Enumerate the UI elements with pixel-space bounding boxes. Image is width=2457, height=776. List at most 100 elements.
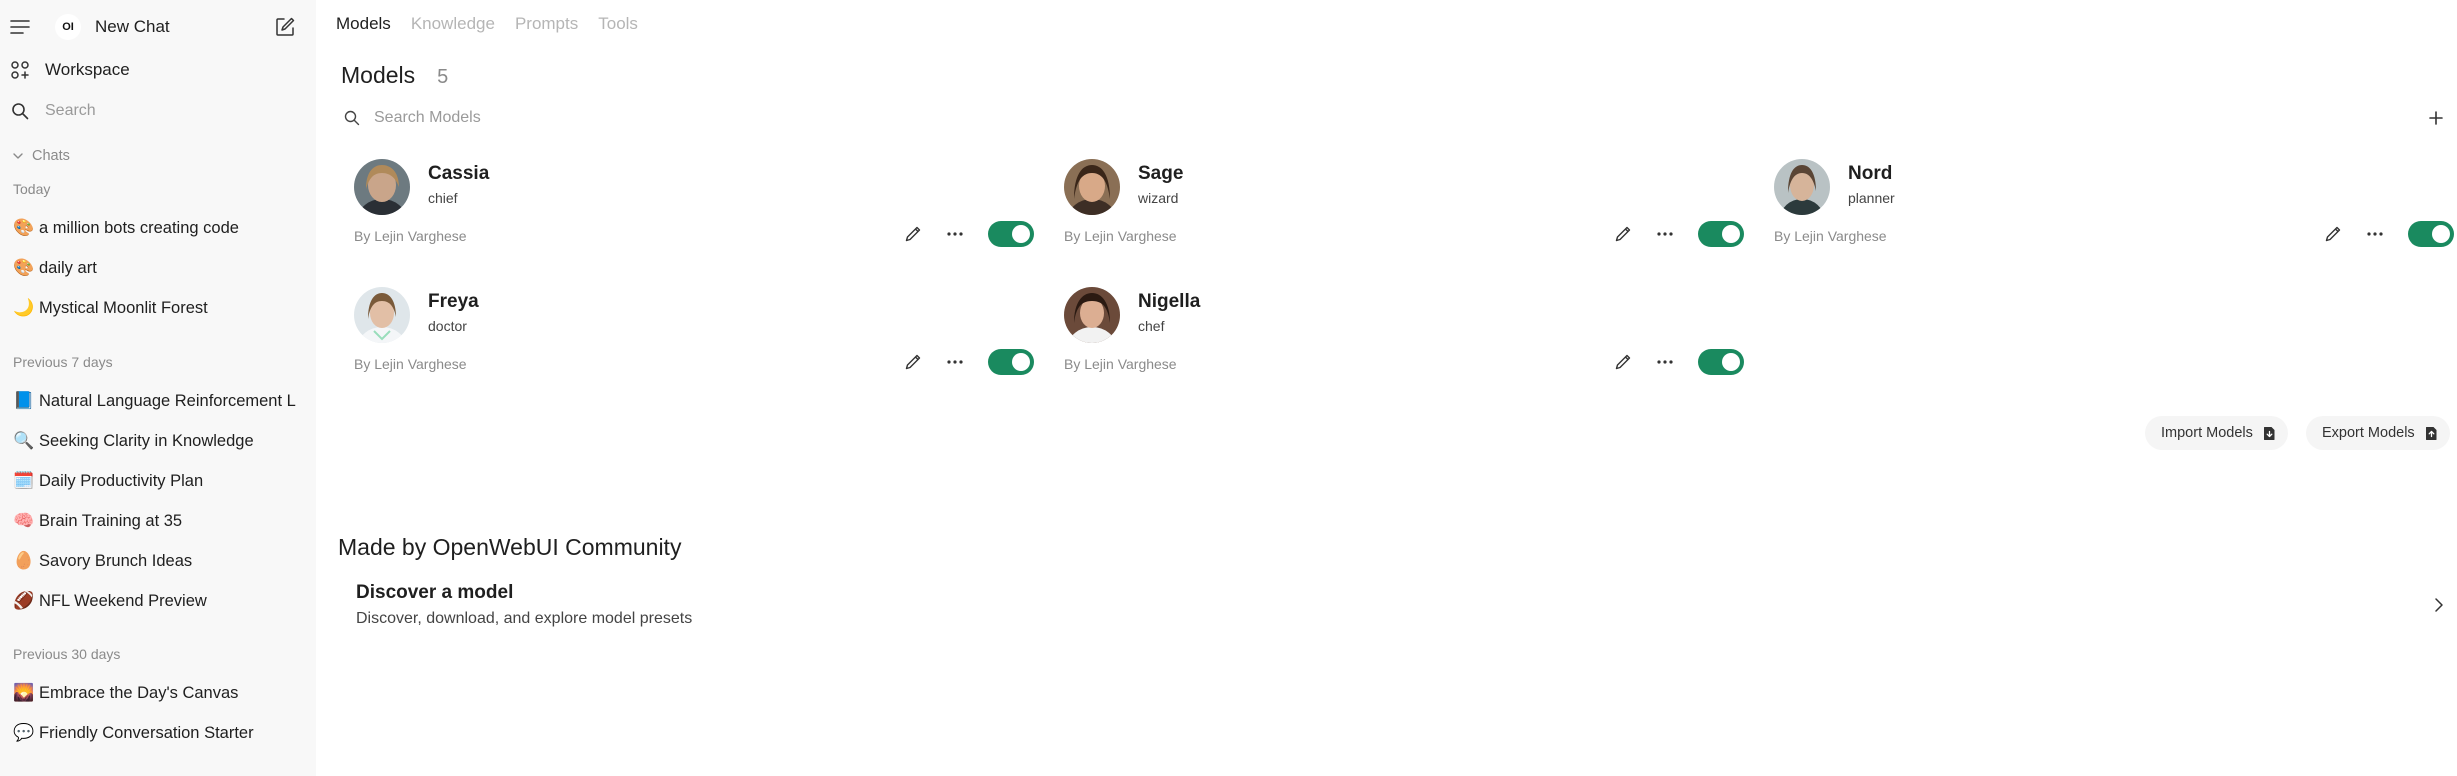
sidebar: OI New Chat Workspace Search Chats Today… bbox=[0, 0, 316, 776]
edit-model-button[interactable] bbox=[2320, 221, 2346, 247]
model-role: doctor bbox=[428, 318, 467, 334]
sidebar-search[interactable]: Search bbox=[9, 99, 96, 123]
page-title: Models bbox=[341, 62, 416, 88]
model-role: chef bbox=[1138, 318, 1165, 334]
chat-title: Daily Productivity Plan bbox=[39, 471, 204, 490]
chat-title: Savory Brunch Ideas bbox=[39, 551, 193, 570]
model-name: Cassia bbox=[428, 163, 490, 184]
edit-model-button[interactable] bbox=[1610, 349, 1636, 375]
models-count: 5 bbox=[437, 66, 449, 88]
chat-item[interactable]: 🌄 Embrace the Day's Canvas bbox=[13, 678, 303, 708]
model-avatar bbox=[1774, 159, 1830, 215]
toggle-knob bbox=[1722, 353, 1740, 371]
model-enabled-toggle[interactable] bbox=[988, 349, 1034, 375]
chat-item[interactable]: 🗓️ Daily Productivity Plan bbox=[13, 466, 303, 496]
edit-model-button[interactable] bbox=[1610, 221, 1636, 247]
import-models-label: Import Models bbox=[2161, 425, 2253, 441]
model-card-cassia[interactable]: Cassia chief By Lejin Varghese bbox=[354, 159, 1034, 279]
sidebar-search-placeholder: Search bbox=[45, 102, 96, 119]
model-enabled-toggle[interactable] bbox=[2408, 221, 2454, 247]
tab-tools[interactable]: Tools bbox=[598, 14, 638, 34]
chat-item[interactable]: 🎨 daily art bbox=[13, 253, 303, 283]
export-models-label: Export Models bbox=[2322, 425, 2415, 441]
search-models-input[interactable] bbox=[374, 109, 974, 127]
model-card-sage[interactable]: Sage wizard By Lejin Varghese bbox=[1064, 159, 1744, 279]
model-avatar bbox=[354, 287, 410, 343]
chat-item[interactable]: 🥚 Savory Brunch Ideas bbox=[13, 546, 303, 576]
toggle-knob bbox=[2432, 225, 2450, 243]
community-section-title: Made by OpenWebUI Community bbox=[338, 534, 682, 560]
add-model-button[interactable] bbox=[2424, 104, 2448, 132]
model-role: chief bbox=[428, 190, 458, 206]
toggle-knob bbox=[1722, 225, 1740, 243]
chat-item[interactable]: 🔍 Seeking Clarity in Knowledge bbox=[13, 426, 303, 456]
main-content: Models Knowledge Prompts Tools Models 5 … bbox=[316, 0, 2457, 776]
export-models-button[interactable]: Export Models bbox=[2306, 416, 2450, 450]
chat-item[interactable]: 🎨 a million bots creating code bbox=[13, 213, 303, 243]
chat-title: Mystical Moonlit Forest bbox=[39, 298, 208, 317]
new-chat-link[interactable]: OI New Chat bbox=[55, 14, 170, 40]
chat-item[interactable]: 📘 Natural Language Reinforcement L bbox=[13, 386, 303, 416]
discover-model-link[interactable]: Discover a model Discover, download, and… bbox=[338, 574, 2450, 636]
model-card-nord[interactable]: Nord planner By Lejin Varghese bbox=[1774, 159, 2454, 279]
model-enabled-toggle[interactable] bbox=[988, 221, 1034, 247]
search-icon bbox=[344, 110, 360, 126]
chat-title: Friendly Conversation Starter bbox=[39, 723, 254, 742]
import-models-button[interactable]: Import Models bbox=[2145, 416, 2288, 450]
workspace-link[interactable]: Workspace bbox=[9, 58, 130, 82]
model-actions bbox=[1610, 349, 1744, 375]
pencil-icon bbox=[2325, 226, 2341, 242]
tab-prompts[interactable]: Prompts bbox=[515, 14, 578, 34]
pencil-icon bbox=[905, 354, 921, 370]
workspace-tabs: Models Knowledge Prompts Tools bbox=[336, 14, 638, 34]
edit-model-button[interactable] bbox=[900, 349, 926, 375]
model-author: By Lejin Varghese bbox=[1064, 356, 1177, 372]
more-options-button[interactable] bbox=[942, 349, 968, 375]
tab-models[interactable]: Models bbox=[336, 14, 391, 34]
ellipsis-icon bbox=[2367, 232, 2383, 236]
chat-emoji: 🗓️ bbox=[13, 471, 35, 490]
model-actions bbox=[1610, 221, 1744, 247]
more-options-button[interactable] bbox=[1652, 349, 1678, 375]
model-enabled-toggle[interactable] bbox=[1698, 349, 1744, 375]
group-label-today: Today bbox=[13, 181, 51, 197]
logo-text: OI bbox=[62, 21, 74, 33]
model-enabled-toggle[interactable] bbox=[1698, 221, 1744, 247]
model-author: By Lejin Varghese bbox=[354, 356, 467, 372]
model-card-freya[interactable]: Freya doctor By Lejin Varghese bbox=[354, 287, 1034, 407]
menu-icon bbox=[9, 16, 31, 38]
chat-title: Brain Training at 35 bbox=[39, 511, 183, 530]
more-options-button[interactable] bbox=[942, 221, 968, 247]
sidebar-toggle-button[interactable] bbox=[9, 16, 31, 38]
file-export-icon bbox=[2425, 426, 2438, 441]
chat-title: daily art bbox=[39, 258, 97, 277]
model-role: planner bbox=[1848, 190, 1895, 206]
model-card-nigella[interactable]: Nigella chef By Lejin Varghese bbox=[1064, 287, 1744, 407]
compose-icon bbox=[274, 16, 296, 38]
chat-item[interactable]: 🧠 Brain Training at 35 bbox=[13, 506, 303, 536]
toggle-knob bbox=[1012, 225, 1030, 243]
model-avatar bbox=[1064, 159, 1120, 215]
chat-emoji: 🌄 bbox=[13, 683, 35, 702]
more-options-button[interactable] bbox=[2362, 221, 2388, 247]
chats-section-toggle[interactable]: Chats bbox=[12, 147, 70, 165]
chat-item[interactable]: 🏈 NFL Weekend Preview bbox=[13, 586, 303, 616]
toggle-knob bbox=[1012, 353, 1030, 371]
chat-emoji: 🌙 bbox=[13, 298, 35, 317]
logo: OI bbox=[55, 14, 81, 40]
discover-title: Discover a model bbox=[356, 582, 514, 603]
chat-title: a million bots creating code bbox=[39, 218, 239, 237]
new-chat-button[interactable] bbox=[274, 16, 296, 38]
chat-emoji: 💬 bbox=[13, 723, 35, 742]
chat-item[interactable]: 🌙 Mystical Moonlit Forest bbox=[13, 293, 303, 323]
chat-item[interactable]: 💬 Friendly Conversation Starter bbox=[13, 718, 303, 748]
ellipsis-icon bbox=[947, 232, 963, 236]
edit-model-button[interactable] bbox=[900, 221, 926, 247]
more-options-button[interactable] bbox=[1652, 221, 1678, 247]
chats-section-label: Chats bbox=[32, 148, 70, 164]
model-name: Freya bbox=[428, 291, 479, 312]
tab-knowledge[interactable]: Knowledge bbox=[411, 14, 495, 34]
discover-subtitle: Discover, download, and explore model pr… bbox=[356, 610, 693, 627]
chat-emoji: 🏈 bbox=[13, 591, 35, 610]
plus-icon bbox=[2429, 111, 2443, 125]
